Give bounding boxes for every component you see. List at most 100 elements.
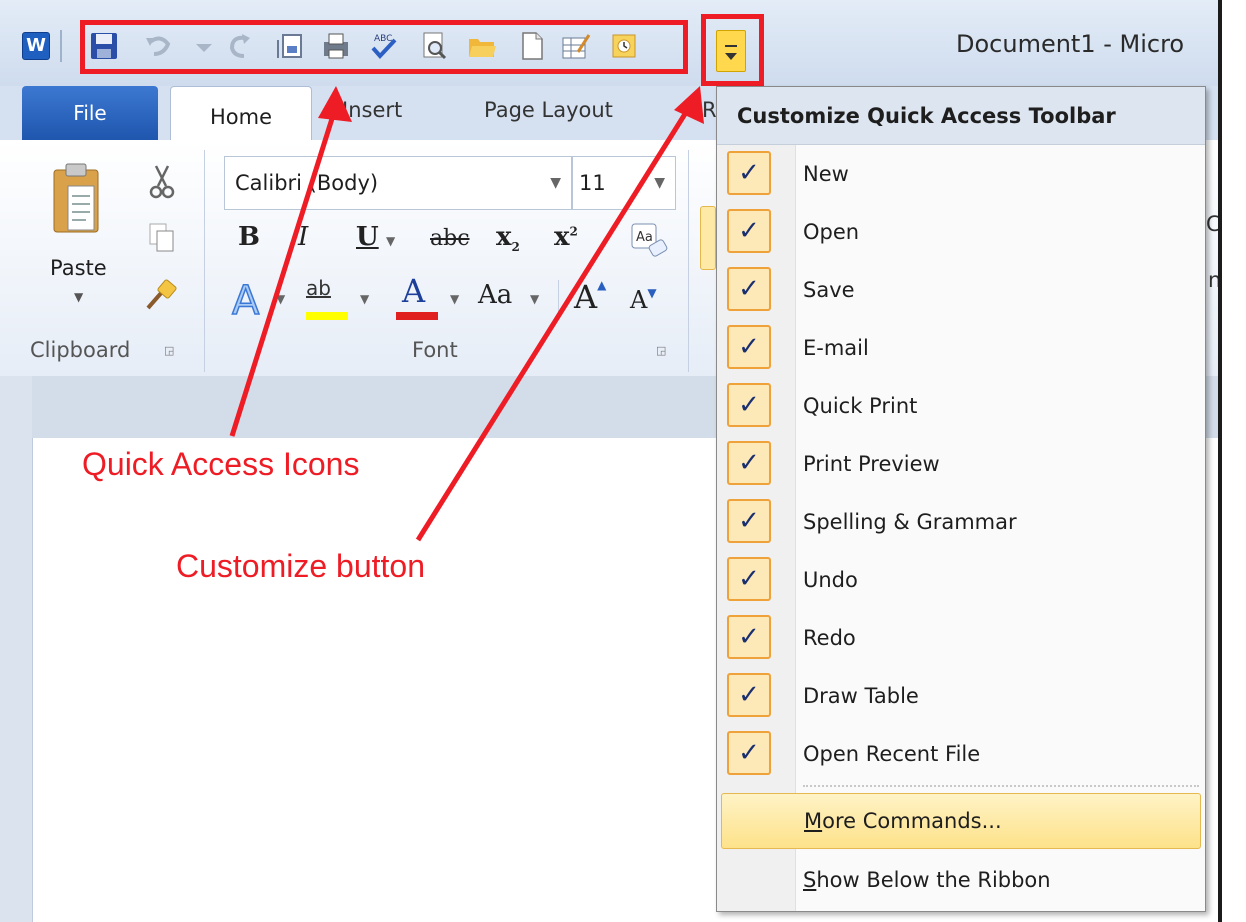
menu-item-label: Print Preview [803,452,940,476]
checkmark-icon: ✓ [727,267,771,311]
checkmark-icon: ✓ [727,673,771,717]
font-size-dropdown-icon[interactable]: ▼ [654,157,665,209]
superscript-button[interactable]: x2 [554,222,578,252]
text-effects-dropdown-icon[interactable]: ▼ [276,292,285,306]
underline-dropdown-icon[interactable]: ▼ [386,234,395,248]
menu-item-label: Quick Print [803,394,918,418]
change-case-button[interactable]: Aa [478,280,512,310]
menu-item-new[interactable]: ✓ New [717,145,1205,203]
superscript-label: x [554,222,570,252]
clipboard-group-label: Clipboard [30,338,131,362]
menu-header: Customize Quick Access Toolbar [717,87,1205,145]
customize-annotation: Customize button [176,548,426,584]
word-logo-icon[interactable]: W [22,32,50,60]
checkmark-icon: ✓ [727,731,771,775]
menu-separator [803,785,1199,787]
checkmark-icon: ✓ [727,557,771,601]
bold-button[interactable]: B [238,222,260,252]
checkmark-icon: ✓ [727,615,771,659]
menu-item-label: Draw Table [803,684,919,708]
menu-item-label: E-mail [803,336,869,360]
menu-item-label: Open Recent File [803,742,981,766]
menu-item-more-commands[interactable]: More Commands... [721,793,1201,849]
qat-annotation-box [80,20,688,74]
ribbon-separator [688,150,689,372]
subscript-button[interactable]: x2 [496,222,520,254]
ribbon-separator [204,150,205,372]
highlight-dropdown-icon[interactable]: ▼ [360,292,369,306]
paste-button[interactable]: Paste [50,256,107,280]
text-effects-icon[interactable]: A [230,276,274,320]
underline-button[interactable]: U [356,222,379,252]
font-name-dropdown-icon[interactable]: ▼ [550,157,561,209]
menu-item-label: More Commands... [804,794,1002,848]
copy-icon[interactable] [148,222,176,254]
customize-annotation-box [701,14,764,86]
menu-item-print-preview[interactable]: ✓ Print Preview [717,435,1205,493]
font-group-label: Font [412,338,458,362]
menu-item-label: Redo [803,626,856,650]
window-title: Document1 - Micro [956,30,1185,58]
paste-icon[interactable] [52,160,100,244]
checkmark-icon: ✓ [727,151,771,195]
menu-item-email[interactable]: ✓ E-mail [717,319,1205,377]
menu-item-label: Show Below the Ribbon [803,851,1051,909]
menu-item-label: Save [803,278,855,302]
grow-font-button[interactable]: A▲ [574,278,606,316]
font-size-combobox[interactable]: 11 ▼ [572,156,676,210]
paste-dropdown-icon[interactable]: ▼ [74,290,83,304]
italic-button[interactable]: I [298,222,308,252]
menu-item-draw-table[interactable]: ✓ Draw Table [717,667,1205,725]
checkmark-icon: ✓ [727,383,771,427]
font-size-value: 11 [579,171,606,195]
tab-references-partial[interactable]: R [702,98,717,122]
menu-item-label: Spelling & Grammar [803,510,1017,534]
tab-insert[interactable]: Insert [342,98,402,122]
cut-icon[interactable] [148,164,176,200]
clipboard-launcher-icon[interactable]: ◲ [164,344,174,357]
menu-item-label: Open [803,220,860,244]
qat-separator [60,30,62,62]
font-color-button[interactable]: A [396,272,438,322]
menu-item-show-below-ribbon[interactable]: Show Below the Ribbon [717,851,1205,909]
shrink-font-button[interactable]: A▼ [630,286,657,314]
checkmark-icon: ✓ [727,209,771,253]
menu-item-save[interactable]: ✓ Save [717,261,1205,319]
accelerator-key: M [804,809,823,833]
accelerator-key: S [803,868,817,892]
checkmark-icon: ✓ [727,499,771,543]
menu-item-redo[interactable]: ✓ Redo [717,609,1205,667]
font-color-bar [396,312,438,320]
tab-page-layout[interactable]: Page Layout [484,98,613,122]
menu-item-label: New [803,162,849,186]
label-rest: how Below the Ribbon [816,868,1051,892]
font-name-combobox[interactable]: Calibri (Body) ▼ [224,156,572,210]
grow-font-label: A [574,278,598,316]
menu-item-quick-print[interactable]: ✓ Quick Print [717,377,1205,435]
change-case-dropdown-icon[interactable]: ▼ [530,292,539,306]
svg-text:A: A [232,278,260,320]
font-color-dropdown-icon[interactable]: ▼ [450,292,459,306]
menu-item-spelling-grammar[interactable]: ✓ Spelling & Grammar [717,493,1205,551]
svg-text:Aa: Aa [636,230,653,245]
shrink-font-label: A [630,286,648,314]
highlight-label: ab [306,276,331,300]
format-painter-icon[interactable] [144,278,178,312]
font-launcher-icon[interactable]: ◲ [656,344,666,357]
highlight-button[interactable]: ab [306,276,348,322]
menu-item-label: Undo [803,568,858,592]
menu-item-undo[interactable]: ✓ Undo [717,551,1205,609]
font-name-value: Calibri (Body) [235,171,379,195]
window-right-edge [1218,0,1246,922]
strikethrough-button[interactable]: abc [430,226,470,251]
tab-file[interactable]: File [22,86,158,140]
paragraph-partial-button[interactable] [700,206,716,270]
tab-home[interactable]: Home [170,86,312,143]
checkmark-icon: ✓ [727,441,771,485]
clear-formatting-icon[interactable]: Aa [628,220,672,264]
font-color-label: A [402,272,426,310]
menu-item-open[interactable]: ✓ Open [717,203,1205,261]
customize-qat-menu: Customize Quick Access Toolbar ✓ New ✓ O… [716,86,1206,912]
menu-item-open-recent-file[interactable]: ✓ Open Recent File [717,725,1205,783]
font-inner-separator [558,280,559,320]
